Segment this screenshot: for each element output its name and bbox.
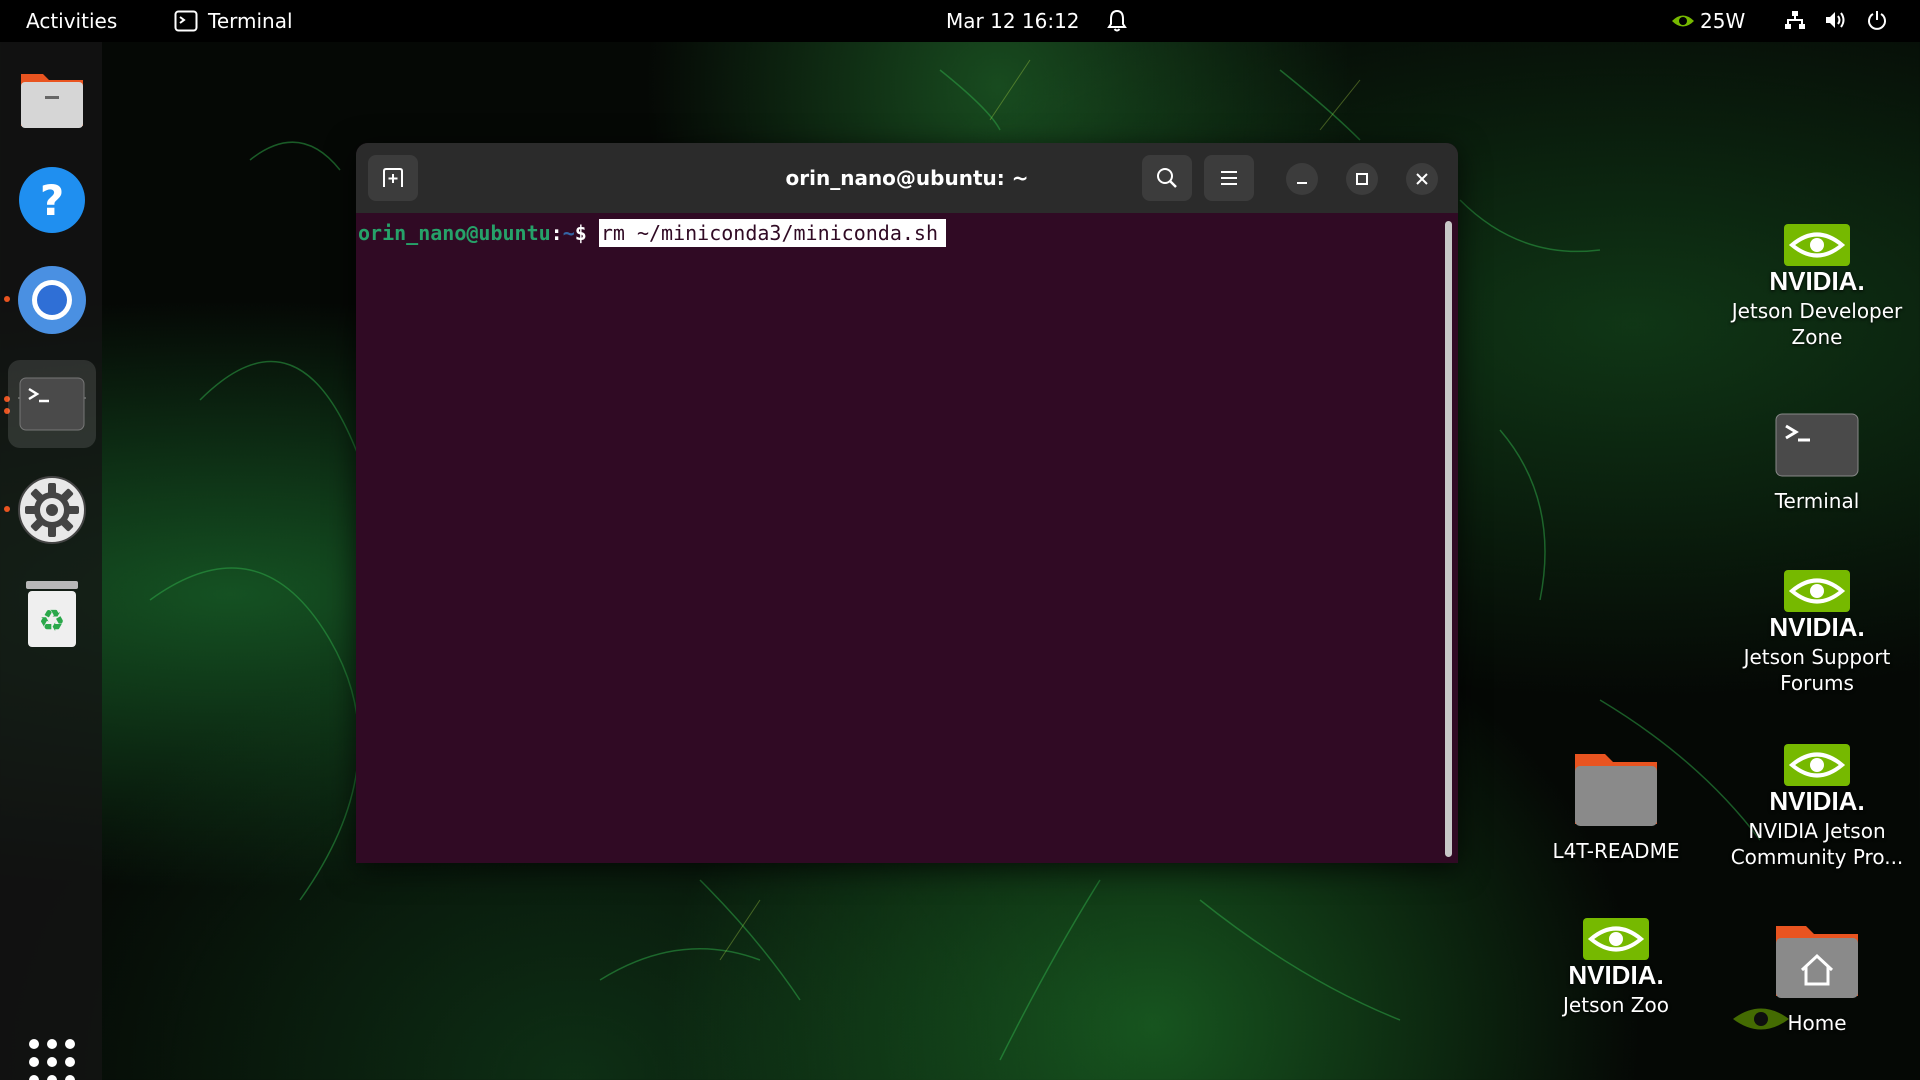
terminal-icon [19, 377, 85, 431]
desktop-icon-jetson-support-forums[interactable]: NVIDIA. Jetson Support Forums [1722, 568, 1912, 696]
terminal-window: orin_nano@ubuntu: ~ orin_nano@ubuntu:~$ … [356, 143, 1458, 863]
dock-trash[interactable]: ♻ [8, 570, 96, 658]
terminal-app-icon [174, 10, 198, 32]
minimize-icon [1297, 182, 1307, 184]
files-folder-icon [21, 74, 83, 128]
desktop-icon-label: Jetson Developer Zone [1731, 299, 1903, 349]
hamburger-menu-icon [1221, 171, 1237, 185]
settings-gear-icon [18, 476, 86, 544]
desktop-icon-l4t-readme[interactable]: L4T-README [1521, 748, 1711, 864]
home-folder-icon [1722, 920, 1912, 1006]
system-tray[interactable] [1784, 9, 1888, 31]
network-icon [1785, 11, 1805, 29]
clock[interactable]: Mar 12 16:12 [946, 9, 1080, 33]
volume-icon [1826, 12, 1845, 28]
desktop-icon-label: Terminal [1774, 489, 1860, 513]
terminal-output-area[interactable]: orin_nano@ubuntu:~$ rm ~/miniconda3/mini… [356, 213, 1458, 863]
selected-command-text[interactable]: rm ~/miniconda3/miniconda.sh [598, 219, 946, 247]
desktop-icon-label: NVIDIA Jetson Community Pro... [1730, 819, 1904, 869]
dock-settings[interactable] [8, 466, 96, 554]
terminal-titlebar[interactable]: orin_nano@ubuntu: ~ [356, 143, 1458, 213]
close-icon [1416, 173, 1428, 185]
desktop-icon-jetson-zoo[interactable]: NVIDIA. Jetson Zoo [1521, 916, 1711, 1018]
desktop-icon-nvidia-jetson-community[interactable]: NVIDIA. NVIDIA Jetson Community Pro... [1722, 742, 1912, 870]
svg-text:♻: ♻ [39, 604, 66, 639]
terminal-icon [1722, 412, 1912, 484]
prompt-user: orin_nano@ubuntu [358, 221, 551, 245]
help-icon: ? [19, 167, 85, 233]
dock: ? ♻ [0, 42, 102, 1080]
nvidia-wordmark: NVIDIA. [1769, 786, 1865, 816]
desktop-icon-label: Jetson Support Forums [1743, 645, 1891, 695]
notification-bell-icon[interactable] [1106, 9, 1128, 38]
power-mode-label: 25W [1700, 9, 1746, 33]
app-grid-icon [29, 1039, 75, 1080]
nvidia-watermark-logo [1716, 998, 1806, 1044]
dock-help[interactable]: ? [8, 156, 96, 244]
minimize-button[interactable] [1286, 163, 1318, 195]
search-icon [1157, 168, 1177, 188]
desktop-icon-label: Jetson Zoo [1563, 993, 1669, 1017]
power-mode-indicator[interactable]: 25W [1670, 9, 1745, 33]
hamburger-menu-button[interactable] [1204, 155, 1254, 201]
prompt-symbol: $ [574, 221, 599, 245]
maximize-button[interactable] [1346, 163, 1378, 195]
nvidia-wordmark: NVIDIA. [1769, 266, 1865, 296]
maximize-icon [1356, 173, 1368, 185]
dock-chromium[interactable] [8, 256, 96, 344]
nvidia-eye-icon [1672, 15, 1694, 27]
activities-button[interactable]: Activities [26, 9, 117, 33]
show-applications-button[interactable] [8, 1018, 96, 1080]
close-button[interactable] [1406, 163, 1438, 195]
desktop-icon-jetson-developer-zone[interactable]: NVIDIA. Jetson Developer Zone [1722, 222, 1912, 350]
terminal-scrollbar[interactable] [1445, 221, 1452, 857]
folder-icon [1521, 748, 1711, 834]
top-bar: Activities Terminal Mar 12 16:12 25W [0, 0, 1920, 42]
svg-text:?: ? [40, 176, 64, 225]
nvidia-logo-icon: NVIDIA. [1722, 222, 1912, 294]
desktop-icon-label: L4T-README [1552, 839, 1680, 863]
app-menu[interactable]: Terminal [174, 9, 293, 33]
prompt-colon: : [550, 221, 563, 245]
search-button[interactable] [1142, 155, 1192, 201]
prompt-line: orin_nano@ubuntu:~$ rm ~/miniconda3/mini… [358, 219, 946, 247]
prompt-path: ~ [562, 221, 575, 245]
dock-terminal[interactable] [8, 360, 96, 448]
nvidia-wordmark: NVIDIA. [1568, 960, 1664, 990]
app-menu-label: Terminal [208, 9, 293, 33]
chromium-icon [18, 266, 86, 334]
nvidia-logo-icon: NVIDIA. [1722, 568, 1912, 640]
dock-files[interactable] [8, 56, 96, 144]
desktop-icon-terminal[interactable]: Terminal [1722, 412, 1912, 514]
power-icon [1868, 11, 1886, 30]
trash-recycle-icon: ♻ [26, 581, 78, 647]
nvidia-wordmark: NVIDIA. [1769, 612, 1865, 642]
nvidia-logo-icon: NVIDIA. [1521, 916, 1711, 988]
nvidia-logo-icon: NVIDIA. [1722, 742, 1912, 814]
